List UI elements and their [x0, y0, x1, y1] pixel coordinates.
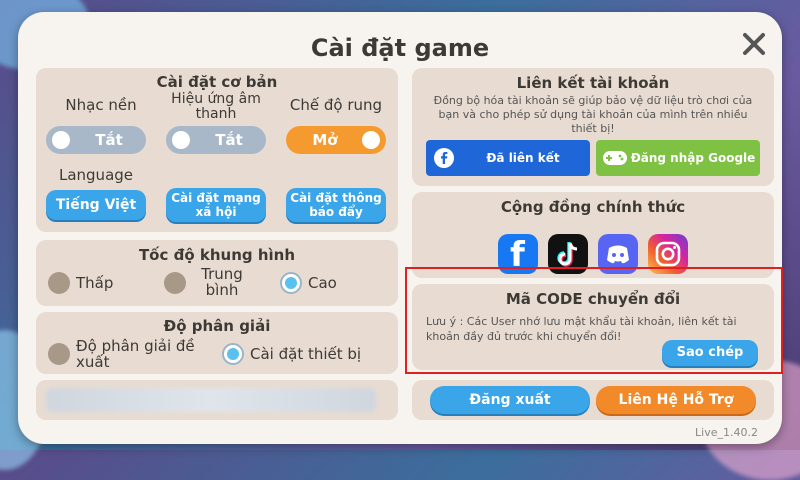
google-button-label: Đăng nhập Google [630, 151, 756, 165]
highlight-box [405, 267, 783, 374]
google-login-button[interactable]: Đăng nhập Google [596, 140, 760, 176]
facebook-button-label: Đã liên kết [486, 151, 560, 165]
language-label: Language [58, 166, 134, 184]
basic-settings-title: Cài đặt cơ bản [156, 73, 278, 91]
dialog-title: Cài đặt game [310, 34, 490, 62]
vibration-toggle[interactable]: Mở [286, 126, 386, 154]
framerate-medium-label: Trung bình [201, 265, 243, 299]
support-button[interactable]: Liên Hệ Hỗ Trợ [596, 386, 756, 414]
settings-dialog: Cài đặt game Cài đặt cơ bản Nhạc nền Tắt… [18, 12, 783, 444]
music-toggle[interactable]: Tắt [46, 126, 146, 154]
language-button[interactable]: Tiếng Việt [46, 190, 146, 220]
social-settings-button[interactable]: Cài đặt mạng xã hội [166, 188, 266, 222]
music-label: Nhạc nền [65, 96, 137, 114]
framerate-high-radio[interactable] [280, 272, 302, 294]
version-label: Live_1.40.2 [695, 426, 758, 439]
close-icon[interactable] [740, 30, 768, 58]
vibration-toggle-state: Mở [312, 131, 338, 149]
resolution-device-label: Cài đặt thiết bị [250, 345, 362, 363]
framerate-low-label: Thấp [76, 274, 114, 292]
framerate-high-label: Cao [308, 274, 337, 292]
sfx-label: Hiệu ứng âm thanh [171, 91, 261, 122]
framerate-medium-radio[interactable] [164, 272, 186, 294]
facebook-icon [434, 148, 454, 168]
sfx-toggle[interactable]: Tắt [166, 126, 266, 154]
community-panel: Cộng đồng chính thức [412, 192, 774, 278]
music-toggle-state: Tắt [95, 131, 123, 149]
user-id-panel [36, 380, 398, 420]
resolution-panel: Độ phân giải Độ phân giải đề xuất Cài đặ… [36, 312, 398, 374]
logout-button[interactable]: Đăng xuất [430, 386, 590, 414]
framerate-panel: Tốc độ khung hình Thấp Trung bình Cao [36, 240, 398, 306]
resolution-title: Độ phân giải [163, 317, 271, 335]
facebook-linked-button[interactable]: Đã liên kết [426, 140, 590, 176]
community-title: Cộng đồng chính thức [500, 198, 686, 216]
basic-settings-panel: Cài đặt cơ bản Nhạc nền Tắt Hiệu ứng âm … [36, 68, 398, 232]
resolution-device-radio[interactable] [222, 343, 244, 365]
resolution-recommended-label: Độ phân giải đề xuất [76, 337, 195, 371]
framerate-low-radio[interactable] [48, 272, 70, 294]
vibration-label: Chế độ rung [289, 96, 383, 114]
framerate-title: Tốc độ khung hình [138, 246, 296, 264]
push-notification-button[interactable]: Cài đặt thông báo đẩy [286, 188, 386, 222]
account-link-title: Liên kết tài khoản [516, 74, 670, 92]
resolution-recommended-radio[interactable] [48, 343, 70, 365]
account-link-description: Đồng bộ hóa tài khoản sẽ giúp bảo vệ dữ … [433, 94, 753, 135]
account-link-panel: Liên kết tài khoản Đồng bộ hóa tài khoản… [412, 68, 774, 186]
sfx-toggle-state: Tắt [215, 131, 243, 149]
gamepad-icon [603, 151, 627, 165]
user-id-blurred [46, 388, 376, 412]
